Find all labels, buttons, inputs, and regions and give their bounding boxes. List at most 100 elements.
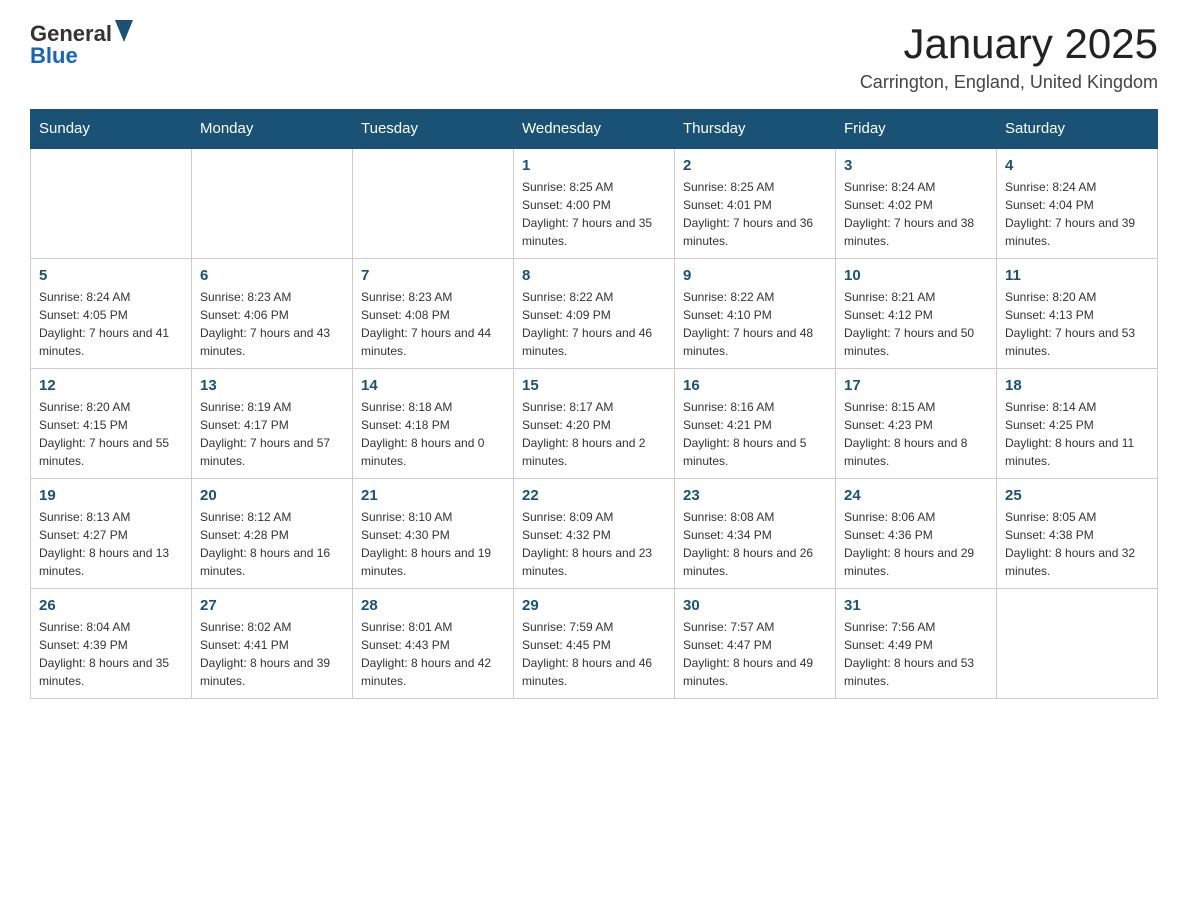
- day-info: Sunrise: 8:18 AM Sunset: 4:18 PM Dayligh…: [361, 398, 505, 470]
- column-header-sunday: Sunday: [31, 110, 192, 149]
- day-info: Sunrise: 8:02 AM Sunset: 4:41 PM Dayligh…: [200, 618, 344, 690]
- day-info: Sunrise: 8:05 AM Sunset: 4:38 PM Dayligh…: [1005, 508, 1149, 580]
- calendar-table: SundayMondayTuesdayWednesdayThursdayFrid…: [30, 109, 1158, 699]
- day-info: Sunrise: 8:22 AM Sunset: 4:09 PM Dayligh…: [522, 288, 666, 360]
- column-header-thursday: Thursday: [675, 110, 836, 149]
- day-number: 13: [200, 377, 344, 394]
- calendar-cell: 24Sunrise: 8:06 AM Sunset: 4:36 PM Dayli…: [836, 479, 997, 589]
- day-info: Sunrise: 8:24 AM Sunset: 4:02 PM Dayligh…: [844, 178, 988, 250]
- calendar-cell: 16 Sunrise: 8:16 AM Sunset: 4:21 PM Dayli…: [675, 369, 836, 479]
- calendar-cell: 2 Sunrise: 8:25 AM Sunset: 4:01 PM Daylig…: [675, 148, 836, 259]
- calendar-cell: 19 Sunrise: 8:13 AM Sunset: 4:27 PM Dayli…: [31, 479, 192, 589]
- day-info: Sunrise: 8:25 AM Sunset: 4:00 PM Dayligh…: [522, 178, 666, 250]
- column-header-monday: Monday: [192, 110, 353, 149]
- day-info: Sunrise: 8:17 AM Sunset: 4:20 PM Dayligh…: [522, 398, 666, 470]
- calendar-cell: 21Sunrise: 8:10 AM Sunset: 4:30 PM Dayli…: [353, 479, 514, 589]
- day-number: 4: [1005, 157, 1149, 174]
- day-info: Sunrise: 7:57 AM Sunset: 4:47 PM Dayligh…: [683, 618, 827, 690]
- day-info: Sunrise: 8:15 AM Sunset: 4:23 PM Dayligh…: [844, 398, 988, 470]
- calendar-cell: [997, 589, 1158, 699]
- logo: General Blue: [30, 20, 133, 69]
- day-info: Sunrise: 8:08 AM Sunset: 4:34 PM Dayligh…: [683, 508, 827, 580]
- calendar-cell: [353, 148, 514, 259]
- day-number: 10: [844, 267, 988, 284]
- day-number: 6: [200, 267, 344, 284]
- calendar-cell: 29 Sunrise: 7:59 AM Sunset: 4:45 PM Dayli…: [514, 589, 675, 699]
- day-info: Sunrise: 8:16 AM Sunset: 4:21 PM Dayligh…: [683, 398, 827, 470]
- day-number: 5: [39, 267, 183, 284]
- day-info: Sunrise: 7:59 AM Sunset: 4:45 PM Dayligh…: [522, 618, 666, 690]
- day-info: Sunrise: 8:06 AM Sunset: 4:36 PM Dayligh…: [844, 508, 988, 580]
- calendar-cell: [31, 148, 192, 259]
- week-row-5: 26Sunrise: 8:04 AM Sunset: 4:39 PM Dayli…: [31, 589, 1158, 699]
- calendar-cell: 5 Sunrise: 8:24 AM Sunset: 4:05 PM Daylig…: [31, 259, 192, 369]
- day-number: 22: [522, 487, 666, 504]
- week-row-4: 19 Sunrise: 8:13 AM Sunset: 4:27 PM Dayli…: [31, 479, 1158, 589]
- day-info: Sunrise: 8:23 AM Sunset: 4:06 PM Dayligh…: [200, 288, 344, 360]
- calendar-cell: 27 Sunrise: 8:02 AM Sunset: 4:41 PM Dayli…: [192, 589, 353, 699]
- day-info: Sunrise: 8:12 AM Sunset: 4:28 PM Dayligh…: [200, 508, 344, 580]
- calendar-subtitle: Carrington, England, United Kingdom: [860, 72, 1158, 93]
- logo-blue-text: Blue: [30, 43, 78, 69]
- calendar-cell: 10Sunrise: 8:21 AM Sunset: 4:12 PM Dayli…: [836, 259, 997, 369]
- calendar-cell: 11Sunrise: 8:20 AM Sunset: 4:13 PM Dayli…: [997, 259, 1158, 369]
- calendar-cell: 7 Sunrise: 8:23 AM Sunset: 4:08 PM Daylig…: [353, 259, 514, 369]
- day-number: 20: [200, 487, 344, 504]
- day-number: 25: [1005, 487, 1149, 504]
- day-number: 12: [39, 377, 183, 394]
- column-header-wednesday: Wednesday: [514, 110, 675, 149]
- day-number: 23: [683, 487, 827, 504]
- day-info: Sunrise: 8:20 AM Sunset: 4:15 PM Dayligh…: [39, 398, 183, 470]
- day-number: 21: [361, 487, 505, 504]
- day-info: Sunrise: 8:22 AM Sunset: 4:10 PM Dayligh…: [683, 288, 827, 360]
- day-number: 3: [844, 157, 988, 174]
- column-header-friday: Friday: [836, 110, 997, 149]
- day-info: Sunrise: 8:24 AM Sunset: 4:05 PM Dayligh…: [39, 288, 183, 360]
- day-number: 27: [200, 597, 344, 614]
- day-info: Sunrise: 8:25 AM Sunset: 4:01 PM Dayligh…: [683, 178, 827, 250]
- day-number: 29: [522, 597, 666, 614]
- day-number: 18: [1005, 377, 1149, 394]
- column-header-saturday: Saturday: [997, 110, 1158, 149]
- day-number: 11: [1005, 267, 1149, 284]
- day-info: Sunrise: 8:19 AM Sunset: 4:17 PM Dayligh…: [200, 398, 344, 470]
- logo-triangle-icon: [115, 20, 133, 42]
- calendar-cell: 30 Sunrise: 7:57 AM Sunset: 4:47 PM Dayli…: [675, 589, 836, 699]
- calendar-cell: 25 Sunrise: 8:05 AM Sunset: 4:38 PM Dayli…: [997, 479, 1158, 589]
- day-number: 8: [522, 267, 666, 284]
- day-number: 15: [522, 377, 666, 394]
- day-number: 28: [361, 597, 505, 614]
- calendar-cell: 12 Sunrise: 8:20 AM Sunset: 4:15 PM Dayli…: [31, 369, 192, 479]
- day-number: 19: [39, 487, 183, 504]
- week-row-2: 5 Sunrise: 8:24 AM Sunset: 4:05 PM Daylig…: [31, 259, 1158, 369]
- day-info: Sunrise: 8:13 AM Sunset: 4:27 PM Dayligh…: [39, 508, 183, 580]
- calendar-cell: 13 Sunrise: 8:19 AM Sunset: 4:17 PM Dayli…: [192, 369, 353, 479]
- day-number: 9: [683, 267, 827, 284]
- day-number: 2: [683, 157, 827, 174]
- calendar-title: January 2025: [860, 20, 1158, 68]
- day-info: Sunrise: 8:23 AM Sunset: 4:08 PM Dayligh…: [361, 288, 505, 360]
- day-number: 30: [683, 597, 827, 614]
- day-number: 1: [522, 157, 666, 174]
- day-number: 7: [361, 267, 505, 284]
- day-info: Sunrise: 7:56 AM Sunset: 4:49 PM Dayligh…: [844, 618, 988, 690]
- day-number: 26: [39, 597, 183, 614]
- day-number: 17: [844, 377, 988, 394]
- column-header-tuesday: Tuesday: [353, 110, 514, 149]
- title-block: January 2025 Carrington, England, United…: [860, 20, 1158, 93]
- day-number: 31: [844, 597, 988, 614]
- calendar-cell: 20 Sunrise: 8:12 AM Sunset: 4:28 PM Dayli…: [192, 479, 353, 589]
- day-number: 16: [683, 377, 827, 394]
- calendar-cell: 26Sunrise: 8:04 AM Sunset: 4:39 PM Dayli…: [31, 589, 192, 699]
- calendar-cell: 3 Sunrise: 8:24 AM Sunset: 4:02 PM Daylig…: [836, 148, 997, 259]
- calendar-cell: 28Sunrise: 8:01 AM Sunset: 4:43 PM Dayli…: [353, 589, 514, 699]
- calendar-cell: [192, 148, 353, 259]
- calendar-cell: 8 Sunrise: 8:22 AM Sunset: 4:09 PM Daylig…: [514, 259, 675, 369]
- week-row-1: 1 Sunrise: 8:25 AM Sunset: 4:00 PM Daylig…: [31, 148, 1158, 259]
- week-row-3: 12 Sunrise: 8:20 AM Sunset: 4:15 PM Dayli…: [31, 369, 1158, 479]
- day-number: 14: [361, 377, 505, 394]
- calendar-cell: 6 Sunrise: 8:23 AM Sunset: 4:06 PM Daylig…: [192, 259, 353, 369]
- calendar-cell: 14 Sunrise: 8:18 AM Sunset: 4:18 PM Dayli…: [353, 369, 514, 479]
- header-row: SundayMondayTuesdayWednesdayThursdayFrid…: [31, 110, 1158, 149]
- calendar-cell: 15 Sunrise: 8:17 AM Sunset: 4:20 PM Dayli…: [514, 369, 675, 479]
